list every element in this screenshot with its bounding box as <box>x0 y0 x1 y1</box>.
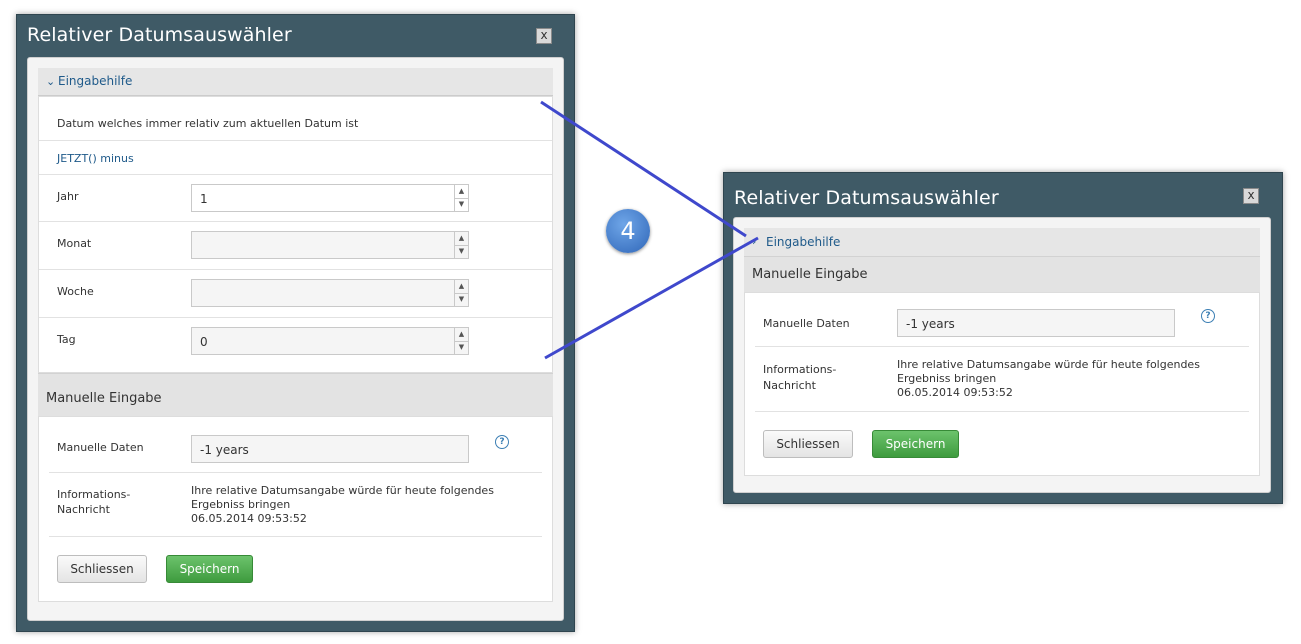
step-number-badge: 4 <box>606 209 650 253</box>
decrement-arrow-icon[interactable]: ▼ <box>455 198 468 211</box>
left-dialog-body: ⌄ Eingabehilfe Datum welches immer relat… <box>27 57 564 621</box>
manual-data-input[interactable]: -1 years <box>897 309 1175 337</box>
info-label-line2: Nachricht <box>763 379 816 392</box>
info-message-date: 06.05.2014 09:53:52 <box>897 386 1013 399</box>
manual-input-section-header: Manuelle Eingabe <box>744 256 1260 294</box>
info-message-line1: Ihre relative Datumsangabe würde für heu… <box>897 358 1200 371</box>
divider <box>39 317 552 318</box>
close-button[interactable]: Schliessen <box>763 430 853 458</box>
chevron-right-icon: › <box>752 235 757 248</box>
assistant-panel-title: Eingabehilfe <box>766 235 841 249</box>
right-dialog-title: Relativer Datumsauswähler <box>734 187 999 209</box>
monat-spinner[interactable]: ▲ ▼ <box>191 231 469 259</box>
help-icon[interactable]: ? <box>1201 309 1215 323</box>
right-dialog-body: › Eingabehilfe Manuelle Eingabe Manuelle… <box>733 217 1271 493</box>
tag-spinner[interactable]: 0 ▲ ▼ <box>191 327 469 355</box>
field-label-monat: Monat <box>57 237 92 250</box>
spinner-buttons: ▲ ▼ <box>454 232 468 258</box>
manual-input-title: Manuelle Eingabe <box>46 391 162 406</box>
spinner-buttons: ▲ ▼ <box>454 328 468 354</box>
manual-data-value: -1 years <box>200 443 249 457</box>
assistant-panel-header[interactable]: ⌄ Eingabehilfe <box>38 68 553 96</box>
save-button[interactable]: Speichern <box>872 430 959 458</box>
save-button[interactable]: Speichern <box>166 555 253 583</box>
increment-arrow-icon[interactable]: ▲ <box>455 232 468 246</box>
assistant-panel-title: Eingabehilfe <box>58 74 133 88</box>
tag-value: 0 <box>200 335 208 349</box>
spinner-buttons: ▲ ▼ <box>454 280 468 306</box>
info-label-line1: Informations- <box>57 488 131 501</box>
decrement-arrow-icon[interactable]: ▼ <box>455 245 468 258</box>
manual-data-label: Manuelle Daten <box>763 317 850 330</box>
close-icon[interactable]: x <box>536 28 552 44</box>
manual-input-content: Manuelle Daten -1 years ? Informations- … <box>38 416 553 602</box>
jahr-spinner[interactable]: 1 ▲ ▼ <box>191 184 469 212</box>
chevron-down-icon: ⌄ <box>46 75 56 88</box>
field-label-jahr: Jahr <box>57 190 79 203</box>
divider <box>755 411 1249 412</box>
increment-arrow-icon[interactable]: ▲ <box>455 280 468 294</box>
field-label-woche: Woche <box>57 285 94 298</box>
left-dialog-title: Relativer Datumsauswähler <box>27 24 292 46</box>
info-message-line2: Ergebniss bringen <box>191 498 291 511</box>
info-message-line2: Ergebniss bringen <box>897 372 997 385</box>
assistant-description: Datum welches immer relativ zum aktuelle… <box>57 117 359 130</box>
manual-input-title: Manuelle Eingabe <box>752 267 868 282</box>
right-dialog: Relativer Datumsauswähler x › Eingabehil… <box>723 172 1283 504</box>
info-message-line1: Ihre relative Datumsangabe würde für heu… <box>191 484 494 497</box>
divider <box>39 140 552 141</box>
formula-link[interactable]: JETZT() minus <box>57 152 134 165</box>
jahr-value: 1 <box>200 192 208 206</box>
spinner-buttons: ▲ ▼ <box>454 185 468 211</box>
manual-data-input[interactable]: -1 years <box>191 435 469 463</box>
close-icon[interactable]: x <box>1243 188 1259 204</box>
manual-input-section-header: Manuelle Eingabe <box>38 373 553 417</box>
field-label-tag: Tag <box>57 333 76 346</box>
manual-data-label: Manuelle Daten <box>57 441 144 454</box>
left-dialog: Relativer Datumsauswähler x ⌄ Eingabehil… <box>16 14 575 632</box>
divider <box>755 346 1249 347</box>
close-button[interactable]: Schliessen <box>57 555 147 583</box>
manual-data-value: -1 years <box>906 317 955 331</box>
help-icon[interactable]: ? <box>495 435 509 449</box>
divider <box>49 472 542 473</box>
increment-arrow-icon[interactable]: ▲ <box>455 328 468 342</box>
assistant-panel-header-collapsed[interactable]: › Eingabehilfe <box>744 228 1260 257</box>
assistant-panel-content: Datum welches immer relativ zum aktuelle… <box>38 96 553 373</box>
divider <box>39 221 552 222</box>
manual-input-content: Manuelle Daten -1 years ? Informations- … <box>744 292 1260 476</box>
decrement-arrow-icon[interactable]: ▼ <box>455 341 468 354</box>
divider <box>39 269 552 270</box>
info-message-date: 06.05.2014 09:53:52 <box>191 512 307 525</box>
info-label-line2: Nachricht <box>57 503 110 516</box>
woche-spinner[interactable]: ▲ ▼ <box>191 279 469 307</box>
info-label-line1: Informations- <box>763 363 837 376</box>
decrement-arrow-icon[interactable]: ▼ <box>455 293 468 306</box>
divider <box>49 536 542 537</box>
increment-arrow-icon[interactable]: ▲ <box>455 185 468 199</box>
divider <box>39 174 552 175</box>
